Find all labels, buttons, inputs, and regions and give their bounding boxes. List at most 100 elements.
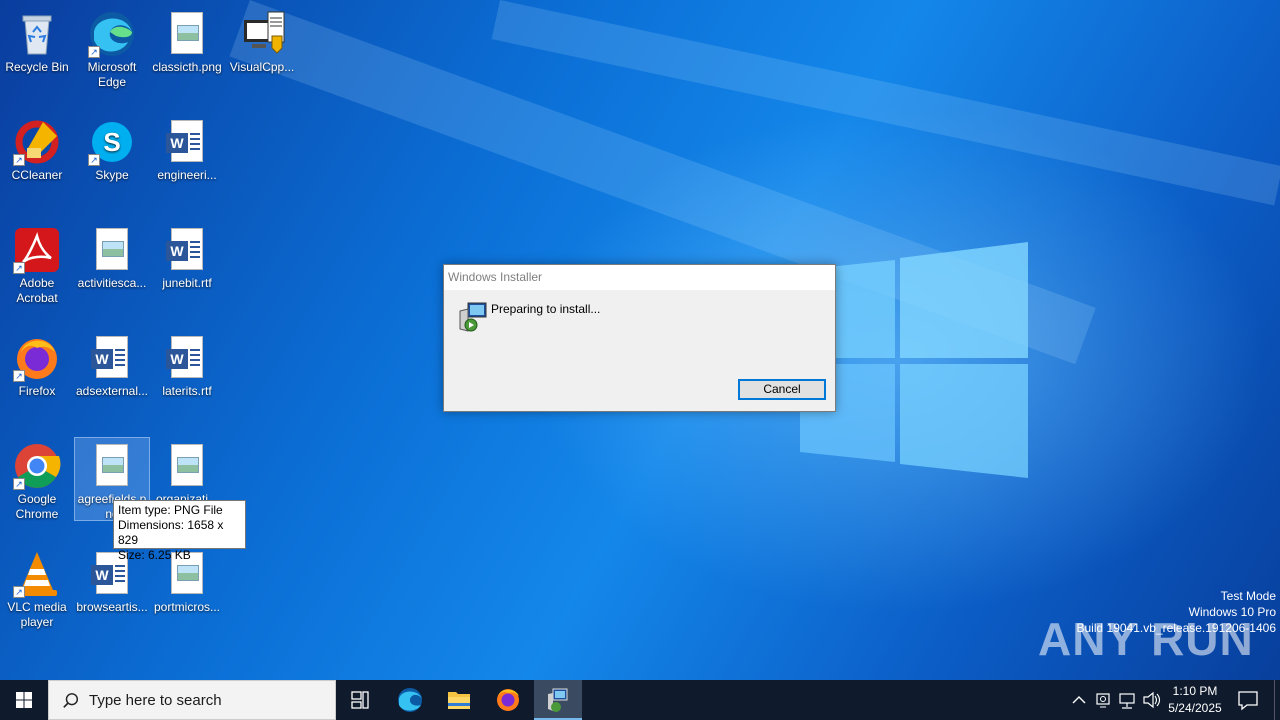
network-icon <box>1119 693 1135 709</box>
taskbar-windows-installer-button[interactable] <box>534 680 582 720</box>
shortcut-arrow-icon: ↗ <box>13 478 25 490</box>
desktop-icon-laterits[interactable]: W laterits.rtf <box>150 330 224 399</box>
image-file-icon <box>88 226 136 274</box>
windows-start-icon <box>16 692 32 708</box>
installer-computer-icon <box>456 301 488 333</box>
dialog-title[interactable]: Windows Installer <box>444 265 835 290</box>
desktop-icon-label: Firefox <box>18 384 56 398</box>
desktop-icon-label: Skype <box>95 168 129 182</box>
desktop-icon-microsoft-edge[interactable]: ↗ Microsoft Edge <box>75 6 149 90</box>
tooltip-size: Size: 6.25 KB <box>118 548 191 562</box>
desktop-icon-label: VLC media player <box>7 600 67 629</box>
action-center-button[interactable] <box>1234 680 1262 720</box>
desktop-icon-visualcpp[interactable]: VisualCpp... <box>225 6 299 75</box>
installer-icon <box>238 10 286 58</box>
clock-date: 5/24/2025 <box>1168 701 1222 715</box>
desktop: Recycle Bin ↗ CCleaner ↗ Adobe Acrobat ↗… <box>0 0 1280 680</box>
taskbar-file-explorer-button[interactable] <box>435 680 483 720</box>
desktop-icon-skype[interactable]: S ↗ Skype <box>75 114 149 183</box>
image-file-icon <box>163 10 211 58</box>
tray-monitor-icon <box>1096 693 1110 708</box>
recycle-bin-icon <box>13 10 61 58</box>
edge-icon: ↗ <box>88 10 136 58</box>
task-view-button[interactable] <box>336 680 384 720</box>
svg-text:S: S <box>103 127 120 157</box>
shortcut-arrow-icon: ↗ <box>13 262 25 274</box>
desktop-icon-adobe-acrobat[interactable]: ↗ Adobe Acrobat <box>0 222 74 306</box>
tooltip-item-type: Item type: PNG File <box>118 503 223 517</box>
desktop-icon-label: Microsoft Edge <box>87 60 137 89</box>
skype-icon: S ↗ <box>88 118 136 166</box>
desktop-icon-junebit[interactable]: W junebit.rtf <box>150 222 224 291</box>
word-document-icon: W <box>88 334 136 382</box>
desktop-icon-recycle-bin[interactable]: Recycle Bin <box>0 6 74 75</box>
google-chrome-icon: ↗ <box>13 442 61 490</box>
word-document-icon: W <box>163 118 211 166</box>
desktop-icon-label: laterits.rtf <box>162 384 212 398</box>
word-document-icon: W <box>163 334 211 382</box>
folder-icon <box>448 692 470 709</box>
image-file-icon <box>88 442 136 490</box>
dialog-message: Preparing to install... <box>491 302 601 316</box>
desktop-icon-label: CCleaner <box>11 168 63 182</box>
search-icon <box>63 693 79 708</box>
firefox-icon: ↗ <box>13 334 61 382</box>
shortcut-arrow-icon: ↗ <box>13 154 25 166</box>
desktop-icon-label: Adobe Acrobat <box>16 276 58 305</box>
desktop-icon-engineeri[interactable]: W engineeri... <box>150 114 224 183</box>
watermark-build: Build 19041.vb_release.191206-1406 <box>1076 621 1277 635</box>
ccleaner-icon: ↗ <box>13 118 61 166</box>
desktop-icon-classicth[interactable]: classicth.png <box>150 6 224 75</box>
firefox-icon <box>497 689 519 711</box>
desktop-icon-label: junebit.rtf <box>162 276 212 290</box>
volume-button[interactable] <box>1140 680 1162 720</box>
clock-time: 1:10 PM <box>1172 684 1218 698</box>
edge-icon <box>398 688 422 712</box>
taskbar-firefox-button[interactable] <box>484 680 532 720</box>
taskbar-search-box[interactable]: Type here to search <box>48 680 336 720</box>
desktop-icon-label: classicth.png <box>152 60 222 74</box>
task-view-icon <box>351 691 369 709</box>
cancel-button[interactable]: Cancel <box>738 379 826 400</box>
search-placeholder: Type here to search <box>89 692 222 709</box>
word-document-icon: W <box>163 226 211 274</box>
desktop-icon-google-chrome[interactable]: ↗ Google Chrome <box>0 438 74 522</box>
network-button[interactable] <box>1116 680 1138 720</box>
tooltip-dimensions: Dimensions: 1658 x 829 <box>118 518 224 547</box>
installer-icon <box>548 688 568 712</box>
watermark-test-mode: Test Mode <box>1220 589 1276 603</box>
image-file-icon <box>163 442 211 490</box>
desktop-icon-label: VisualCpp... <box>229 60 295 74</box>
desktop-icon-label: browseartis... <box>76 600 148 614</box>
desktop-icon-firefox[interactable]: ↗ Firefox <box>0 330 74 399</box>
desktop-icon-label: Google Chrome <box>15 492 59 521</box>
file-info-tooltip: Item type: PNG File Dimensions: 1658 x 8… <box>113 500 246 562</box>
speaker-icon <box>1143 691 1161 709</box>
show-hidden-icons-button[interactable] <box>1068 680 1090 720</box>
desktop-icon-label: activitiesca... <box>77 276 147 290</box>
taskbar-clock[interactable]: 1:10 PM 5/24/2025 <box>1160 683 1230 717</box>
notification-icon <box>1238 691 1258 711</box>
desktop-icon-vlc-media-player[interactable]: ↗ VLC media player <box>0 546 74 630</box>
watermark-edition: Windows 10 Pro <box>1188 605 1276 619</box>
shortcut-arrow-icon: ↗ <box>88 154 100 166</box>
desktop-icon-organizati[interactable]: organizati... <box>150 438 224 507</box>
desktop-icon-adsexternal[interactable]: W adsexternal... <box>75 330 149 399</box>
windows-installer-dialog: Windows Installer Preparing to install..… <box>443 264 836 412</box>
tray-app-button[interactable] <box>1092 680 1114 720</box>
chevron-up-icon <box>1072 696 1086 704</box>
test-mode-watermark: Test Mode Windows 10 Pro Build 19041.vb_… <box>1077 588 1277 636</box>
adobe-acrobat-icon: ↗ <box>13 226 61 274</box>
desktop-icon-label: adsexternal... <box>75 384 149 398</box>
shortcut-arrow-icon: ↗ <box>13 370 25 382</box>
desktop-icon-label: Recycle Bin <box>5 60 69 74</box>
show-desktop-button[interactable] <box>1274 680 1280 720</box>
start-button[interactable] <box>0 680 48 720</box>
taskbar: Type here to search 1:10 PM 5/24/2025 <box>0 680 1280 720</box>
vlc-icon: ↗ <box>13 550 61 598</box>
taskbar-edge-button[interactable] <box>386 680 434 720</box>
desktop-icon-label: portmicros... <box>153 600 220 614</box>
desktop-icon-activitiesca[interactable]: activitiesca... <box>75 222 149 291</box>
desktop-icon-label: engineeri... <box>157 168 217 182</box>
desktop-icon-ccleaner[interactable]: ↗ CCleaner <box>0 114 74 183</box>
